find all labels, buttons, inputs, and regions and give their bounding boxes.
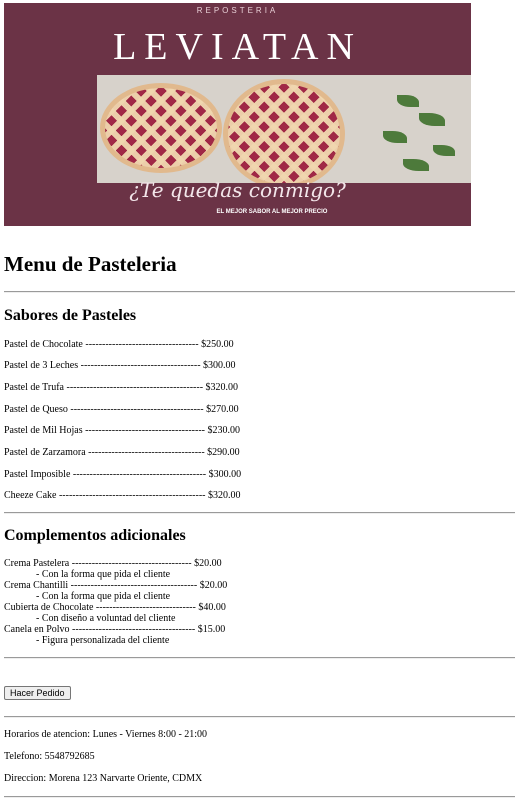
leaf-decoration <box>419 113 445 126</box>
banner-kicker: REPOSTERIA <box>196 6 279 15</box>
leaf-decoration <box>433 145 455 156</box>
banner-image: REPOSTERIA LEVIATAN ¿Te quedas conmigo? … <box>4 3 471 226</box>
order-button[interactable]: Hacer Pedido <box>4 686 71 700</box>
banner-photo <box>97 75 471 183</box>
banner-tagline: ¿Te quedas conmigo? <box>129 178 346 202</box>
page-title: Menu de Pasteleria <box>4 252 177 276</box>
menu-item: Pastel Imposible -----------------------… <box>4 469 242 480</box>
business-hours: Horarios de atencion: Lunes - Viernes 8:… <box>4 729 208 740</box>
divider <box>4 796 515 798</box>
pie-right <box>223 79 345 183</box>
leaf-decoration <box>383 131 407 143</box>
menu-item: Pastel de Mil Hojas --------------------… <box>4 425 240 436</box>
divider <box>4 657 515 659</box>
leaf-decoration <box>403 159 429 171</box>
divider <box>4 291 515 293</box>
address: Direccion: Morena 123 Narvarte Oriente, … <box>4 773 203 784</box>
leaf-decoration <box>397 95 419 107</box>
menu-item: Pastel de 3 Leches ---------------------… <box>4 360 236 371</box>
menu-item: Pastel de Zarzamora --------------------… <box>4 447 240 458</box>
divider <box>4 512 515 514</box>
phone-number: Telefono: 5548792685 <box>4 751 95 762</box>
menu-item: Pastel de Trufa ------------------------… <box>4 382 239 393</box>
pie-left <box>100 83 222 173</box>
divider <box>4 716 515 718</box>
menu-item: Pastel de Chocolate --------------------… <box>4 339 234 350</box>
menu-item: Pastel de Queso ------------------------… <box>4 404 239 415</box>
banner-subtag: EL MEJOR SABOR AL MEJOR PRECIO <box>216 209 328 215</box>
complement-note: - Figura personalizada del cliente <box>36 635 170 646</box>
banner-brand: LEVIATAN <box>113 26 362 68</box>
menu-item: Cheeze Cake ----------------------------… <box>4 490 241 501</box>
section-heading-complementos: Complementos adicionales <box>4 527 186 544</box>
section-heading-sabores: Sabores de Pasteles <box>4 307 137 324</box>
